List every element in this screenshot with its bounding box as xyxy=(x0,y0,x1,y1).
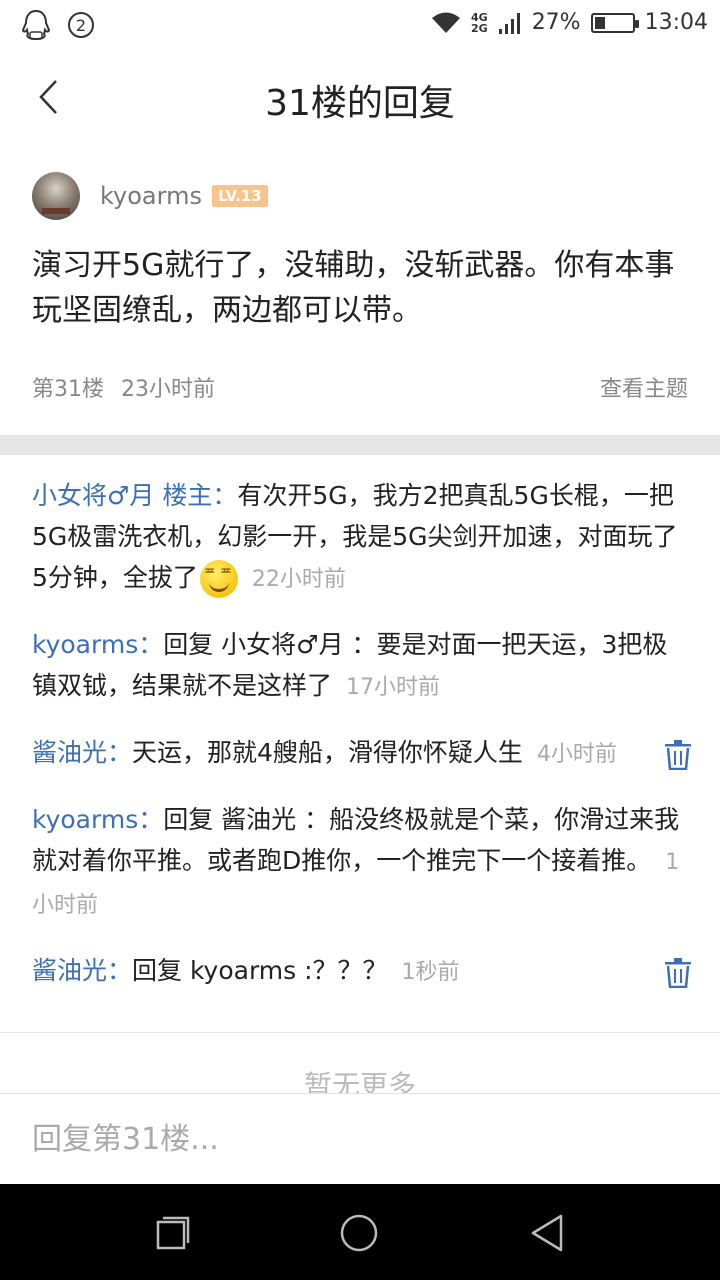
post-time: 23小时前 xyxy=(121,377,215,402)
reply-time: 17小时前 xyxy=(346,675,441,700)
reply-time: 22小时前 xyxy=(251,567,346,592)
post-author-name[interactable]: kyoarms xyxy=(100,182,202,210)
back-triangle-icon xyxy=(531,1214,563,1252)
battery-percent: 27% xyxy=(531,10,581,35)
avatar[interactable] xyxy=(32,172,80,220)
qq-icon xyxy=(21,9,51,41)
signal-icon xyxy=(498,12,520,34)
reply-item[interactable]: 小女将♂月 楼主：有次开5G，我方2把真乱5G长棍，一把5G极雷洗衣机，幻影一开… xyxy=(32,475,692,600)
battery-icon xyxy=(590,12,639,33)
reply-author[interactable]: 小女将♂月 楼主： xyxy=(32,481,237,510)
reply-item[interactable]: kyoarms：回复 小女将♂月 ：要是对面一把天运，3把极镇双钺，结果就不是这… xyxy=(32,624,692,708)
battery-level-fill xyxy=(594,16,605,29)
reply-item[interactable]: 酱油光：回复 kyoarms :？？？ 1秒前 xyxy=(32,950,692,993)
notification-count-badge: 2 xyxy=(68,12,94,38)
smirk-emoji-icon xyxy=(199,560,238,598)
no-more-label: 暂无更多 xyxy=(303,1069,416,1094)
page-title: 31楼的回复 xyxy=(265,83,455,124)
reply-author[interactable]: kyoarms： xyxy=(32,805,163,834)
section-divider xyxy=(0,435,720,455)
post-author-row: kyoarms LV.13 xyxy=(32,171,268,221)
post-content: 演习开5G就行了，没辅助，没斩武器。你有本事玩坚固缭乱，两边都可以带。 xyxy=(32,248,675,328)
nav-back-button[interactable] xyxy=(522,1208,572,1258)
reply-time: 1秒前 xyxy=(401,960,460,985)
level-badge: LV.13 xyxy=(211,185,268,207)
view-topic-link[interactable]: 查看主题 xyxy=(600,371,688,403)
recents-square-icon xyxy=(156,1216,190,1250)
post-floor: 第31楼 xyxy=(32,377,104,402)
reply-item[interactable]: 酱油光：天运，那就4艘船，滑得你怀疑人生 4小时前 xyxy=(32,732,692,775)
reply-author[interactable]: 酱油光： xyxy=(32,738,132,767)
trash-icon[interactable] xyxy=(664,740,692,770)
status-bar: 2 4G 2G 27% 13:04 xyxy=(0,0,720,50)
reply-author[interactable]: kyoarms： xyxy=(32,630,163,659)
system-nav-bar xyxy=(0,1184,720,1280)
reply-time: 4小时前 xyxy=(536,742,617,767)
clock: 13:04 xyxy=(644,10,708,35)
home-circle-icon xyxy=(340,1214,378,1252)
page-header: 31楼的回复 xyxy=(0,50,720,145)
reply-text: 天运，那就4艘船，滑得你怀疑人生 xyxy=(132,738,523,767)
reply-input[interactable] xyxy=(32,1114,682,1164)
list-divider xyxy=(0,1032,720,1033)
reply-input-bar xyxy=(0,1093,720,1184)
post-meta: 第31楼 23小时前 xyxy=(32,371,215,403)
recents-button[interactable] xyxy=(148,1208,198,1258)
status-right: 4G 2G 27% 13:04 xyxy=(431,10,708,35)
reply-text: 回复 kyoarms :？？？ xyxy=(132,956,388,985)
reply-item[interactable]: kyoarms：回复 酱油光 ：船没终极就是个菜，你滑过来我就对着你平推。或者跑… xyxy=(32,799,692,926)
network-type-label: 4G 2G xyxy=(471,10,488,35)
home-button[interactable] xyxy=(334,1208,384,1258)
wifi-icon xyxy=(432,12,460,33)
trash-icon[interactable] xyxy=(664,958,692,988)
status-left: 2 xyxy=(20,8,94,42)
reply-list: 小女将♂月 楼主：有次开5G，我方2把真乱5G长棍，一把5G极雷洗衣机，幻影一开… xyxy=(32,475,692,1017)
reply-author[interactable]: 酱油光： xyxy=(32,956,132,985)
